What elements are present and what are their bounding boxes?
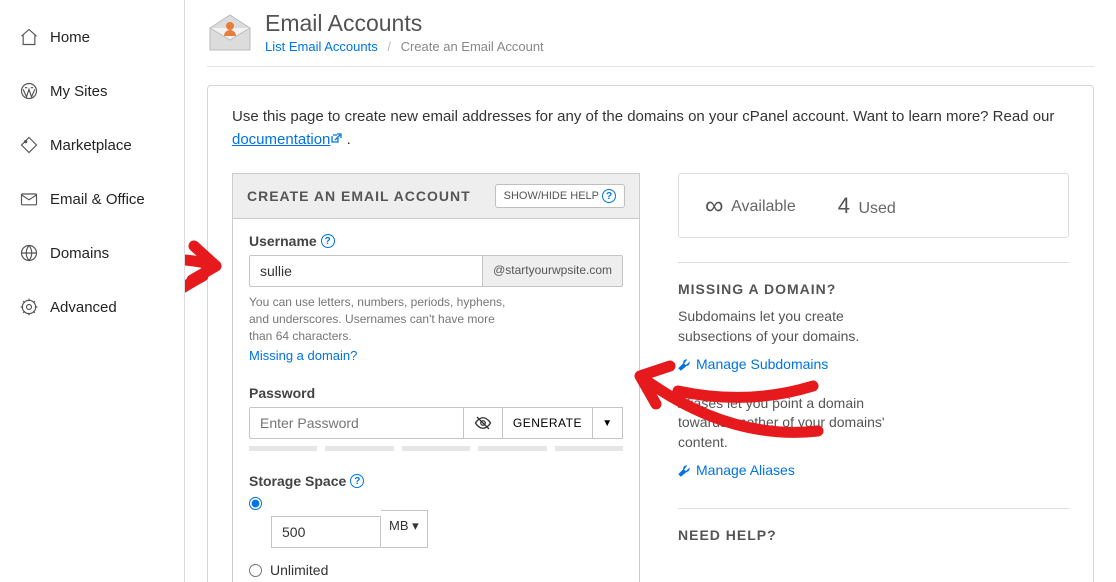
password-input[interactable] xyxy=(249,407,464,439)
wordpress-icon xyxy=(18,80,40,102)
sidebar-item-label: Advanced xyxy=(50,299,117,316)
panel-title: CREATE AN EMAIL ACCOUNT xyxy=(247,188,471,204)
sidebar-item-mysites[interactable]: My Sites xyxy=(0,64,184,118)
storage-unlimited-radio[interactable] xyxy=(249,564,262,577)
wrench-icon xyxy=(678,464,691,477)
storage-limited-radio[interactable] xyxy=(249,497,262,510)
documentation-link[interactable]: documentation xyxy=(232,131,342,148)
password-label: Password xyxy=(249,385,623,401)
username-label: Username ? xyxy=(249,233,623,249)
manage-aliases-link[interactable]: Manage Aliases xyxy=(678,462,795,478)
show-hide-help-button[interactable]: SHOW/HIDE HELP ? xyxy=(495,184,625,208)
sidebar-item-label: Home xyxy=(50,29,90,46)
storage-value-input[interactable] xyxy=(271,516,381,548)
sidebar: Home My Sites Marketplace Email & Office… xyxy=(0,0,185,582)
globe-icon xyxy=(18,242,40,264)
missing-domain-title: MISSING A DOMAIN? xyxy=(678,262,1069,297)
main-content: Email Accounts List Email Accounts / Cre… xyxy=(185,0,1116,582)
generate-password-button[interactable]: GENERATE xyxy=(503,407,593,439)
eye-off-icon xyxy=(474,414,492,432)
page-header: Email Accounts List Email Accounts / Cre… xyxy=(207,10,1094,67)
question-icon: ? xyxy=(602,189,616,203)
domain-suffix[interactable]: @startyourwpsite.com xyxy=(482,255,623,287)
sidebar-item-home[interactable]: Home xyxy=(0,10,184,64)
content-card: Use this page to create new email addres… xyxy=(207,85,1094,582)
unlimited-label: Unlimited xyxy=(270,562,328,578)
sidebar-item-advanced[interactable]: Advanced xyxy=(0,280,184,334)
infinity-icon: ∞ xyxy=(705,190,724,220)
question-icon[interactable]: ? xyxy=(321,234,335,248)
sidebar-item-label: Email & Office xyxy=(50,191,145,208)
right-column: ∞ Available 4 Used MISSING A DOMAIN? Sub… xyxy=(678,173,1069,582)
generate-options-dropdown[interactable]: ▼ xyxy=(593,407,623,439)
sidebar-item-marketplace[interactable]: Marketplace xyxy=(0,118,184,172)
subdomain-text: Subdomains let you create subsections of… xyxy=(678,307,888,346)
sidebar-item-label: My Sites xyxy=(50,83,108,100)
sidebar-item-email[interactable]: Email & Office xyxy=(0,172,184,226)
stat-available: ∞ Available xyxy=(705,190,796,221)
alias-text: Aliases let you point a domain towards a… xyxy=(678,394,888,453)
mail-icon xyxy=(18,188,40,210)
toggle-password-visibility-button[interactable] xyxy=(464,407,503,439)
sidebar-item-label: Domains xyxy=(50,245,109,262)
breadcrumb-link[interactable]: List Email Accounts xyxy=(265,39,378,54)
breadcrumb: List Email Accounts / Create an Email Ac… xyxy=(265,39,544,54)
need-help-title: NEED HELP? xyxy=(678,508,1069,543)
wrench-icon xyxy=(678,358,691,371)
intro-text: Use this page to create new email addres… xyxy=(232,106,1069,151)
username-input[interactable] xyxy=(249,255,482,287)
external-link-icon xyxy=(330,133,342,145)
password-strength-meter xyxy=(249,446,623,451)
stats-box: ∞ Available 4 Used xyxy=(678,173,1069,238)
sidebar-item-label: Marketplace xyxy=(50,137,132,154)
question-icon[interactable]: ? xyxy=(350,474,364,488)
sidebar-item-domains[interactable]: Domains xyxy=(0,226,184,280)
page-title: Email Accounts xyxy=(265,10,544,37)
envelope-open-icon xyxy=(207,12,253,52)
storage-label: Storage Space ? xyxy=(249,473,623,489)
tag-icon xyxy=(18,134,40,156)
manage-subdomains-link[interactable]: Manage Subdomains xyxy=(678,356,828,372)
home-icon xyxy=(18,26,40,48)
gear-icon xyxy=(18,296,40,318)
breadcrumb-current: Create an Email Account xyxy=(401,39,544,54)
stat-used: 4 Used xyxy=(838,193,896,219)
missing-domain-link[interactable]: Missing a domain? xyxy=(249,348,357,363)
storage-unit-dropdown[interactable]: MB ▾ xyxy=(381,510,428,548)
create-email-panel: CREATE AN EMAIL ACCOUNT SHOW/HIDE HELP ?… xyxy=(232,173,640,582)
username-hint: You can use letters, numbers, periods, h… xyxy=(249,294,509,344)
